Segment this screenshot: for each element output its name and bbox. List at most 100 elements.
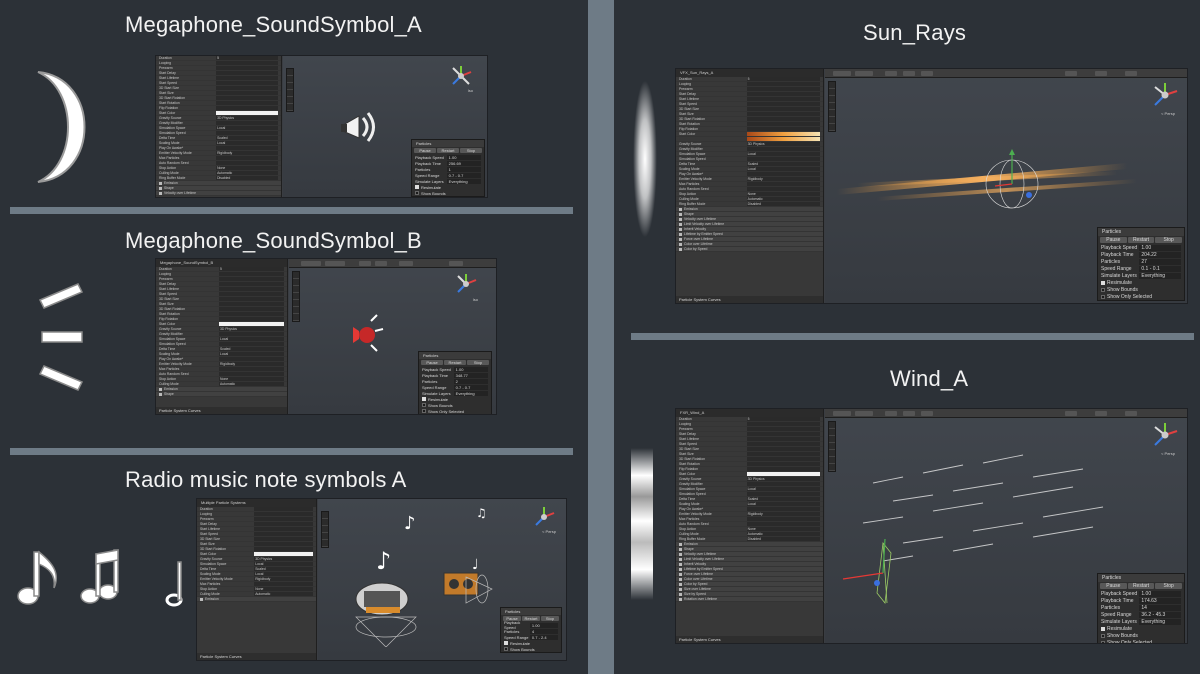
field-value[interactable]: 3D Physics [746,142,820,146]
field-value[interactable] [219,287,284,291]
field-value[interactable] [219,282,284,286]
projection-label[interactable]: Iso [473,297,478,302]
field-value[interactable] [219,307,284,311]
color-field[interactable] [216,111,278,115]
field-value[interactable]: None [216,166,278,170]
field-value[interactable] [219,292,284,296]
field-value[interactable]: Automatic [219,382,284,386]
field-value[interactable] [219,272,284,276]
field-value[interactable] [219,302,284,306]
playback-speed-field[interactable]: 1.00 [1139,244,1181,251]
field-value[interactable] [216,101,278,105]
projection-label[interactable]: < Persp [542,529,556,534]
playback-time-field[interactable]: 256.69 [446,160,481,166]
playback-speed-field[interactable]: 1.00 [1139,590,1181,597]
restart-button[interactable]: Restart [444,360,466,365]
restart-button[interactable]: Restart [1127,583,1155,589]
field-value[interactable]: Automatic [746,532,820,536]
field-value[interactable] [254,542,313,546]
stop-button[interactable]: Stop [541,616,559,621]
resimulate-checkbox[interactable] [422,397,426,401]
field-value[interactable] [254,547,313,551]
field-value[interactable] [216,91,278,95]
field-value[interactable] [216,71,278,75]
pause-button[interactable]: Pause [414,148,436,153]
field-value[interactable]: Automatic [216,171,278,175]
field-value[interactable] [746,97,820,101]
field-value[interactable]: None [746,192,820,196]
field-value[interactable]: Automatic [746,197,820,201]
simulate-layers-dropdown[interactable]: Everything [1139,618,1181,625]
simulate-layers-dropdown[interactable]: Everything [453,390,488,396]
field-value[interactable] [254,582,313,586]
field-value[interactable]: Local [746,152,820,156]
color-gradient-field[interactable] [746,132,820,136]
show-bounds-checkbox[interactable] [415,191,419,195]
show-bounds-checkbox[interactable] [422,403,426,407]
field-value[interactable]: Local [219,352,284,356]
stop-button[interactable]: Stop [460,148,482,153]
field-value[interactable]: Local [746,167,820,171]
playback-time-field[interactable]: 348.77 [453,372,488,378]
resimulate-checkbox[interactable] [504,641,508,645]
field-value[interactable]: Rigidbody [219,362,284,366]
pause-button[interactable]: Pause [1100,583,1127,589]
field-value[interactable] [746,467,820,471]
pause-button[interactable]: Pause [1100,237,1127,243]
color-field[interactable] [219,322,284,326]
stop-button[interactable]: Stop [467,360,489,365]
restart-button[interactable]: Restart [437,148,459,153]
scene-axis-gizmo-icon[interactable] [449,64,473,88]
field-value[interactable]: Local [746,502,820,506]
field-value[interactable] [254,532,313,536]
field-value[interactable] [216,161,278,165]
field-value[interactable] [746,452,820,456]
resimulate-checkbox[interactable] [415,185,419,189]
field-value[interactable] [216,131,278,135]
scene-toolbar[interactable] [321,511,329,548]
field-value[interactable] [219,367,284,371]
field-value[interactable] [746,122,820,126]
playback-speed-field[interactable]: 1.00 [529,622,558,628]
field-value[interactable]: Disabled [216,176,278,180]
field-value[interactable]: Local [219,337,284,341]
particle-system-curves-label[interactable]: Particle System Curves [676,296,823,303]
show-bounds-checkbox[interactable] [1101,287,1105,292]
playback-time-field[interactable]: 174.63 [1139,597,1181,604]
field-value[interactable] [216,106,278,110]
particle-system-curves-label[interactable]: Particle System Curves [156,407,287,414]
module-row[interactable]: Rotation over Lifetime [676,597,823,602]
simulate-layers-dropdown[interactable]: Everything [1139,272,1181,279]
field-value[interactable] [216,96,278,100]
show-only-selected-checkbox[interactable] [1101,294,1105,299]
field-value[interactable] [746,432,820,436]
color-field[interactable] [254,552,313,556]
field-value[interactable] [746,437,820,441]
field-value[interactable] [746,127,820,131]
module-row[interactable]: Shape [156,392,287,397]
field-value[interactable] [254,537,313,541]
field-value[interactable] [746,117,820,121]
field-value[interactable]: 3D Physics [254,557,313,561]
field-value[interactable] [216,76,278,80]
field-value[interactable] [219,332,284,336]
field-value[interactable] [219,372,284,376]
field-value[interactable]: Local [254,572,313,576]
color-gradient-field[interactable] [746,137,820,141]
field-value[interactable] [746,422,820,426]
stop-button[interactable]: Stop [1155,237,1183,243]
scene-axis-gizmo-icon[interactable] [1151,81,1179,109]
show-bounds-checkbox[interactable] [1101,633,1105,638]
field-value[interactable] [746,482,820,486]
scene-toolbar[interactable] [292,271,300,322]
field-value[interactable] [254,512,313,516]
field-value[interactable]: Scaled [746,162,820,166]
field-value[interactable] [219,277,284,281]
field-value[interactable] [746,182,820,186]
module-row[interactable]: Color by Speed [676,247,823,252]
field-value[interactable] [254,517,313,521]
projection-label[interactable]: < Persp [1161,111,1175,116]
show-only-selected-checkbox[interactable] [422,409,426,413]
field-value[interactable] [216,121,278,125]
field-value[interactable] [216,86,278,90]
